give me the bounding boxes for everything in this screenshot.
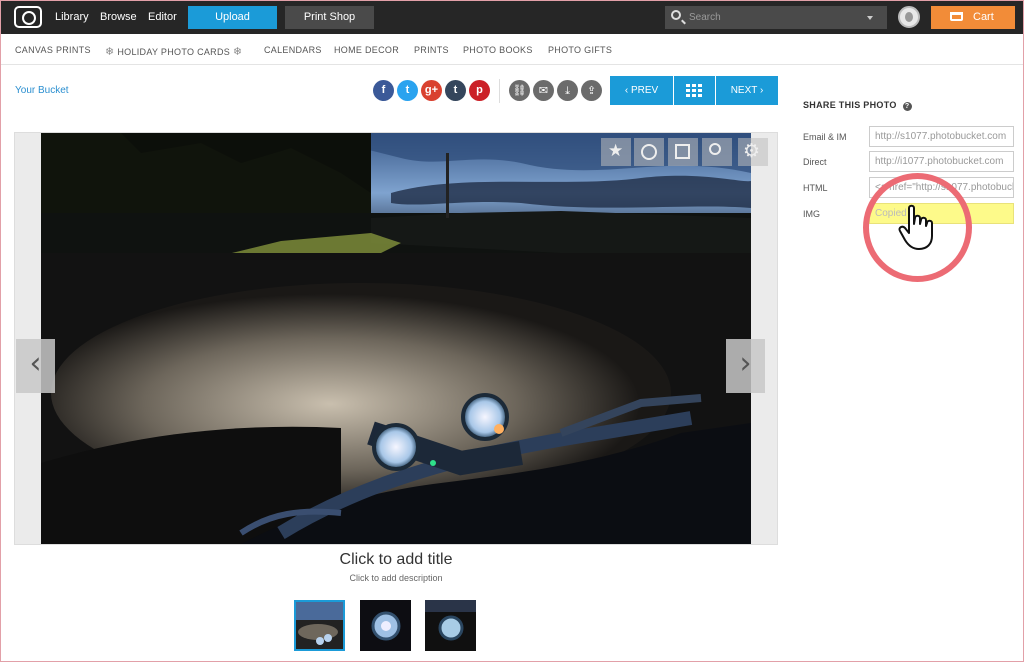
cart-icon — [950, 12, 963, 21]
snowflake-icon: ❄ — [105, 46, 115, 58]
direct-link-field[interactable]: http://i1077.photobucket.com — [869, 151, 1014, 172]
motorcycle-night-photo — [41, 133, 751, 544]
download-icon[interactable]: ⤓ — [557, 80, 578, 101]
category-home-decor[interactable]: HOME DECOR — [334, 45, 399, 55]
prev-label: PREV — [630, 85, 659, 96]
chevron-left-icon: ‹ — [29, 346, 42, 381]
next-photo-arrow[interactable]: › — [726, 339, 765, 393]
nav-editor[interactable]: Editor — [148, 11, 177, 23]
cart-label: Cart — [973, 11, 994, 23]
category-photo-gifts[interactable]: PHOTO GIFTS — [548, 45, 612, 55]
snowflake-icon: ❄ — [232, 46, 243, 58]
gear-icon: ⚙ — [743, 140, 761, 162]
link-icon[interactable]: ⛓ — [509, 80, 530, 101]
main-photo[interactable] — [41, 133, 751, 544]
share-label-direct: Direct — [803, 157, 827, 167]
share-icon[interactable]: ⇪ — [581, 80, 602, 101]
facebook-icon[interactable]: f — [373, 80, 394, 101]
previous-photo-arrow[interactable]: ‹ — [16, 339, 55, 393]
category-photo-books[interactable]: PHOTO BOOKS — [463, 45, 533, 55]
email-im-link-field[interactable]: http://s1077.photobucket.com — [869, 126, 1014, 147]
chevron-down-icon[interactable] — [867, 16, 873, 20]
search-input[interactable] — [689, 9, 859, 26]
zoom-button[interactable] — [702, 138, 732, 166]
star-icon: ★ — [608, 141, 624, 160]
next-label: NEXT — [730, 85, 758, 96]
settings-button[interactable]: ⚙ — [738, 138, 768, 166]
divider — [499, 79, 500, 103]
breadcrumb[interactable]: Your Bucket — [15, 85, 69, 96]
email-icon[interactable]: ✉ — [533, 80, 554, 101]
edit-button[interactable] — [668, 138, 698, 166]
photo-description[interactable]: Click to add description — [1, 573, 791, 583]
tumblr-icon[interactable]: t — [445, 80, 466, 101]
category-prints[interactable]: PRINTS — [414, 45, 449, 55]
print-shop-button[interactable]: Print Shop — [285, 6, 374, 29]
slideshow-button[interactable] — [634, 138, 664, 166]
category-calendars[interactable]: CALENDARS — [264, 45, 322, 55]
share-label-html: HTML — [803, 183, 828, 193]
upload-button[interactable]: Upload — [188, 6, 277, 29]
prev-button[interactable]: ‹ PREV — [610, 76, 673, 105]
share-label-email: Email & IM — [803, 132, 847, 142]
category-canvas-prints[interactable]: CANVAS PRINTS — [15, 45, 91, 55]
nav-browse[interactable]: Browse — [100, 11, 137, 23]
top-bar: Library Browse Editor Upload Print Shop … — [1, 1, 1023, 34]
grid-view-button[interactable] — [674, 76, 715, 105]
photobucket-logo-icon[interactable] — [14, 6, 42, 28]
twitter-icon[interactable]: t — [397, 80, 418, 101]
chevron-right-icon: › — [739, 346, 752, 381]
category-holiday-label: HOLIDAY PHOTO CARDS — [117, 47, 231, 57]
thumbnail[interactable] — [360, 600, 411, 651]
thumbnail[interactable] — [425, 600, 476, 651]
category-holiday-photo-cards[interactable]: ❄ HOLIDAY PHOTO CARDS ❄ — [105, 45, 242, 58]
next-button[interactable]: NEXT › — [716, 76, 778, 105]
thumbnail[interactable] — [294, 600, 345, 651]
cart-button[interactable]: Cart — [931, 6, 1015, 29]
thumbnail-image — [425, 600, 476, 651]
help-icon[interactable]: ? — [902, 102, 912, 111]
nav-library[interactable]: Library — [55, 11, 89, 23]
thumbnail-image — [360, 600, 411, 651]
zoom-icon — [709, 143, 721, 155]
search-box — [665, 6, 887, 29]
photo-overlay-tools: ★ ⚙ — [601, 138, 771, 166]
share-panel-title: SHARE THIS PHOTO? — [803, 100, 912, 111]
photo-viewer — [14, 132, 778, 545]
thumbnail-image — [296, 602, 343, 649]
avatar[interactable] — [898, 6, 920, 28]
google-plus-icon[interactable]: g+ — [421, 80, 442, 101]
share-title-text: SHARE THIS PHOTO — [803, 100, 897, 110]
edit-icon — [675, 144, 690, 159]
play-icon — [641, 144, 657, 160]
category-nav: CANVAS PRINTS ❄ HOLIDAY PHOTO CARDS ❄ CA… — [1, 34, 1023, 65]
share-label-img: IMG — [803, 209, 820, 219]
hand-pointer-icon — [898, 204, 933, 250]
photo-title[interactable]: Click to add title — [1, 551, 791, 569]
pinterest-icon[interactable]: p — [469, 80, 490, 101]
search-icon[interactable] — [671, 10, 681, 20]
favorite-button[interactable]: ★ — [601, 138, 631, 166]
